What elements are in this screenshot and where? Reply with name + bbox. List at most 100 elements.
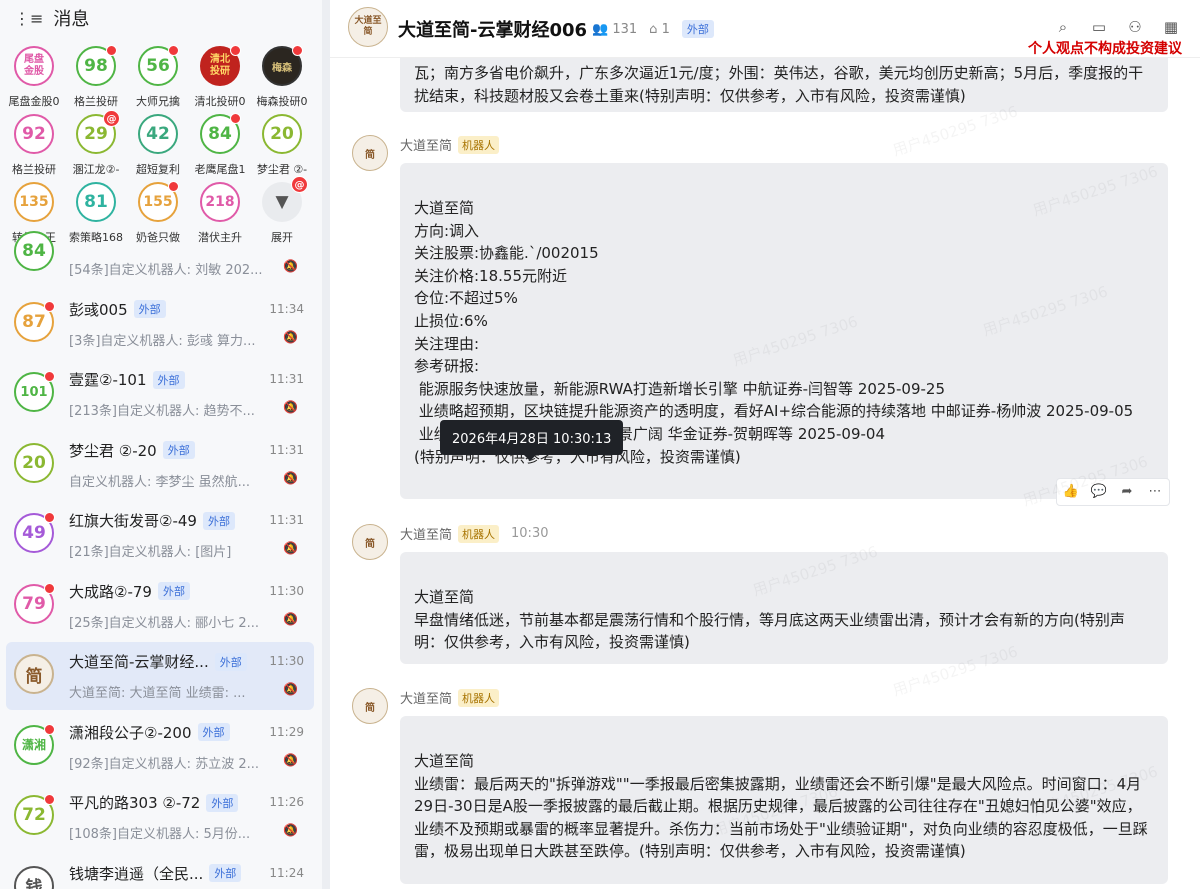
unread-dot <box>44 512 55 523</box>
search-icon[interactable]: ⌕ <box>1054 18 1072 36</box>
mute-bell-icon[interactable]: 🔕 <box>283 259 298 273</box>
conversation-time: 11:26 <box>269 795 304 809</box>
conversation-name-text: 壹霆②-101 <box>69 371 147 389</box>
pinned-tile[interactable]: 清北 投研 清北投研0 <box>190 45 250 109</box>
external-tag: 外部 <box>202 511 235 530</box>
tile-avatar-label: 42 <box>146 124 170 144</box>
add-member-icon[interactable]: ⚇ <box>1126 18 1144 36</box>
sidebar-divider[interactable] <box>322 0 330 889</box>
forward-icon[interactable]: ➦ <box>1113 479 1141 505</box>
sender-avatar[interactable]: 简 <box>352 524 388 560</box>
members-count[interactable]: 👥 131 <box>592 22 637 37</box>
conversation-item[interactable]: 72 平凡的路303 ②-72 外部 11:26 [108条]自定义机器人: 5月份..… <box>6 783 314 851</box>
pinned-tile[interactable]: 92 格兰投研 <box>4 114 64 177</box>
tile-avatar-label: 尾盘 金股 <box>24 54 44 77</box>
conversation-item[interactable]: 钱 钱塘李逍遥（全民... 外部 11:24 <box>6 854 314 889</box>
unread-dot <box>106 45 117 56</box>
conversation-avatar-label: 简 <box>25 666 43 687</box>
external-tag: 外部 <box>162 441 195 459</box>
message-list: 瓦；南方多省电价飙升，广东多次逼近1元/度；外围：英伟达，谷歌，美元均创历史新高… <box>330 50 1200 889</box>
pinned-tile[interactable]: 56 大师兄擒 <box>128 45 188 109</box>
conversation-name-text: 大成路②-79 <box>69 582 152 601</box>
conversation-item[interactable]: 84 [54条]自定义机器人: 刘敏 202... 🔕 <box>6 219 314 287</box>
mute-bell-icon[interactable]: 🔕 <box>283 400 298 414</box>
unread-dot <box>44 723 55 735</box>
mute-bell-icon[interactable]: 🔕 <box>283 753 298 767</box>
collapse-menu-icon[interactable]: ⋮≡ <box>14 9 43 28</box>
unread-dot <box>168 45 179 56</box>
conversation-name: 彭彧005 外部 <box>69 299 166 320</box>
conversation-item[interactable]: 49 红旗大街发哥②-49 外部 11:31 [21条]自定义机器人: [图片] 🔕 <box>6 501 314 569</box>
tile-name: 格兰投研 <box>12 163 56 176</box>
tile-avatar: 84 <box>200 113 241 154</box>
conversation-name: 红旗大街发哥②-49 外部 <box>69 510 235 531</box>
sender-name[interactable]: 大道至简 <box>400 524 452 543</box>
pinned-tile[interactable]: 尾盘 金股 尾盘金股0 <box>4 46 64 109</box>
conversation-preview: 大道至简: 大道至简 业绩雷: ... <box>69 686 246 701</box>
sender-name[interactable]: 大道至简 <box>400 688 452 707</box>
pinned-tile[interactable]: 梅森 梅森投研0 <box>252 45 312 109</box>
conversation-avatar: 49 <box>14 512 55 553</box>
reply-icon[interactable]: 💬 <box>1085 479 1113 505</box>
conversation-item[interactable]: 79 大成路②-79 外部 11:30 [25条]自定义机器人: 郦小七 2... 🔕 <box>6 572 314 640</box>
mute-bell-icon[interactable]: 🔕 <box>283 330 298 344</box>
conversation-name: 大道至简-云掌财经... 外部 <box>69 651 247 672</box>
conversation-item[interactable]: 20 梦尘君 ②-20 外部 11:31 自定义机器人: 李梦尘 虽然航... 🔕 <box>6 431 314 499</box>
sender-avatar[interactable]: 简 <box>352 135 388 171</box>
pinned-tile[interactable]: 29 @ 溷江龙②- <box>66 110 126 177</box>
video-icon[interactable]: ▭ <box>1090 18 1108 36</box>
tile-avatar: 20 <box>262 114 302 154</box>
message: 简大道至简 机器人 10:30 大道至简 早盘情绪低迷，节前基本都是震荡行情和个股行情… <box>350 524 1180 664</box>
tile-avatar: 92 <box>14 114 54 154</box>
bot-tag: 机器人 <box>458 524 500 543</box>
like-icon[interactable]: 👍 <box>1057 479 1085 505</box>
tile-avatar: 尾盘 金股 <box>14 46 54 86</box>
calendar-icon[interactable]: ▦ <box>1162 18 1180 36</box>
mute-bell-icon[interactable]: 🔕 <box>283 541 298 555</box>
mute-bell-icon[interactable]: 🔕 <box>283 471 298 485</box>
conversation-name-text: 钱塘李逍遥（全民... <box>69 864 204 883</box>
timestamp-tooltip: 2026年4月28日 10:30:13 <box>440 420 624 461</box>
tile-avatar-label: 84 <box>208 124 232 144</box>
tile-avatar-label: 92 <box>22 124 46 144</box>
message-bubble[interactable]: 大道至简 业绩雷：最后两天的"拆弹游戏""一季报最后密集披露期，业绩雷还会不断引… <box>400 716 1168 884</box>
bots-count-value: 1 <box>661 21 670 37</box>
conversation-preview: [3条]自定义机器人: 彭彧 算力... <box>69 333 256 349</box>
channel-title[interactable]: 大道至简-云掌财经006 <box>398 16 587 42</box>
more-icon[interactable]: ⋯ <box>1141 479 1169 505</box>
message-time[interactable]: 10:30 <box>511 526 548 541</box>
conversation-name: 壹霆②-101 外部 <box>69 369 185 390</box>
message-bubble[interactable]: 大道至简 早盘情绪低迷，节前基本都是震荡行情和个股行情，等月底这两天业绩雷出清，… <box>400 552 1168 664</box>
tile-name: 大师兄擒 <box>136 95 180 108</box>
mute-bell-icon[interactable]: 🔕 <box>283 612 298 626</box>
conversation-preview: [21条]自定义机器人: [图片] <box>69 545 232 560</box>
mute-bell-icon[interactable]: 🔕 <box>283 682 298 696</box>
channel-avatar[interactable]: 大道至简 <box>348 7 388 47</box>
conversation-item[interactable]: 潇湘 潇湘段公子②-200 外部 11:29 [92条]自定义机器人: 苏立波 2...… <box>6 713 314 781</box>
conversation-preview: 自定义机器人: 李梦尘 虽然航... <box>69 474 251 490</box>
conversation-time: 11:29 <box>269 724 304 739</box>
tile-avatar: 29 @ <box>76 110 120 154</box>
external-tag: 外部 <box>214 652 247 671</box>
tile-avatar-label: 梅森 <box>272 62 292 74</box>
pinned-tile[interactable]: 20 梦尘君 ②- <box>252 114 312 177</box>
conversation-item[interactable]: 87 彭彧005 外部 11:34 [3条]自定义机器人: 彭彧 算力... 🔕 <box>6 290 314 358</box>
pinned-tile[interactable]: 42 超短复利 <box>128 114 188 177</box>
message-bubble[interactable]: 瓦；南方多省电价飙升，广东多次逼近1元/度；外围：英伟达，谷歌，美元均创历史新高… <box>400 50 1168 112</box>
bots-count[interactable]: ⌂ 1 <box>649 22 670 37</box>
sender-avatar[interactable]: 简 <box>352 688 388 724</box>
conversation-name: 潇湘段公子②-200 外部 <box>69 722 230 743</box>
mute-bell-icon[interactable]: 🔕 <box>283 823 298 837</box>
conversation-preview: [54条]自定义机器人: 刘敏 202... <box>69 263 263 278</box>
tile-avatar: 梅森 <box>262 45 303 86</box>
unread-dot <box>44 371 55 382</box>
conversation-item[interactable]: 简 大道至简-云掌财经... 外部 11:30 大道至简: 大道至简 业绩雷: ... 🔕 <box>6 642 314 710</box>
pinned-tile[interactable]: 98 格兰投研 <box>66 45 126 109</box>
conversation-time: 11:31 <box>269 372 304 386</box>
pinned-tile[interactable]: 84 老鹰尾盘1 <box>190 113 250 177</box>
conversation-item[interactable]: 101 壹霆②-101 外部 11:31 [213条]自定义机器人: 趋势不... 🔕 <box>6 360 314 428</box>
conversation-name-text: 彭彧005 <box>69 300 128 319</box>
message-text: 瓦；南方多省电价飙升，广东多次逼近1元/度；外围：英伟达，谷歌，美元均创历史新高… <box>414 64 1144 105</box>
channel-avatar-label: 大道至简 <box>354 16 382 37</box>
sender-name[interactable]: 大道至简 <box>400 135 452 154</box>
